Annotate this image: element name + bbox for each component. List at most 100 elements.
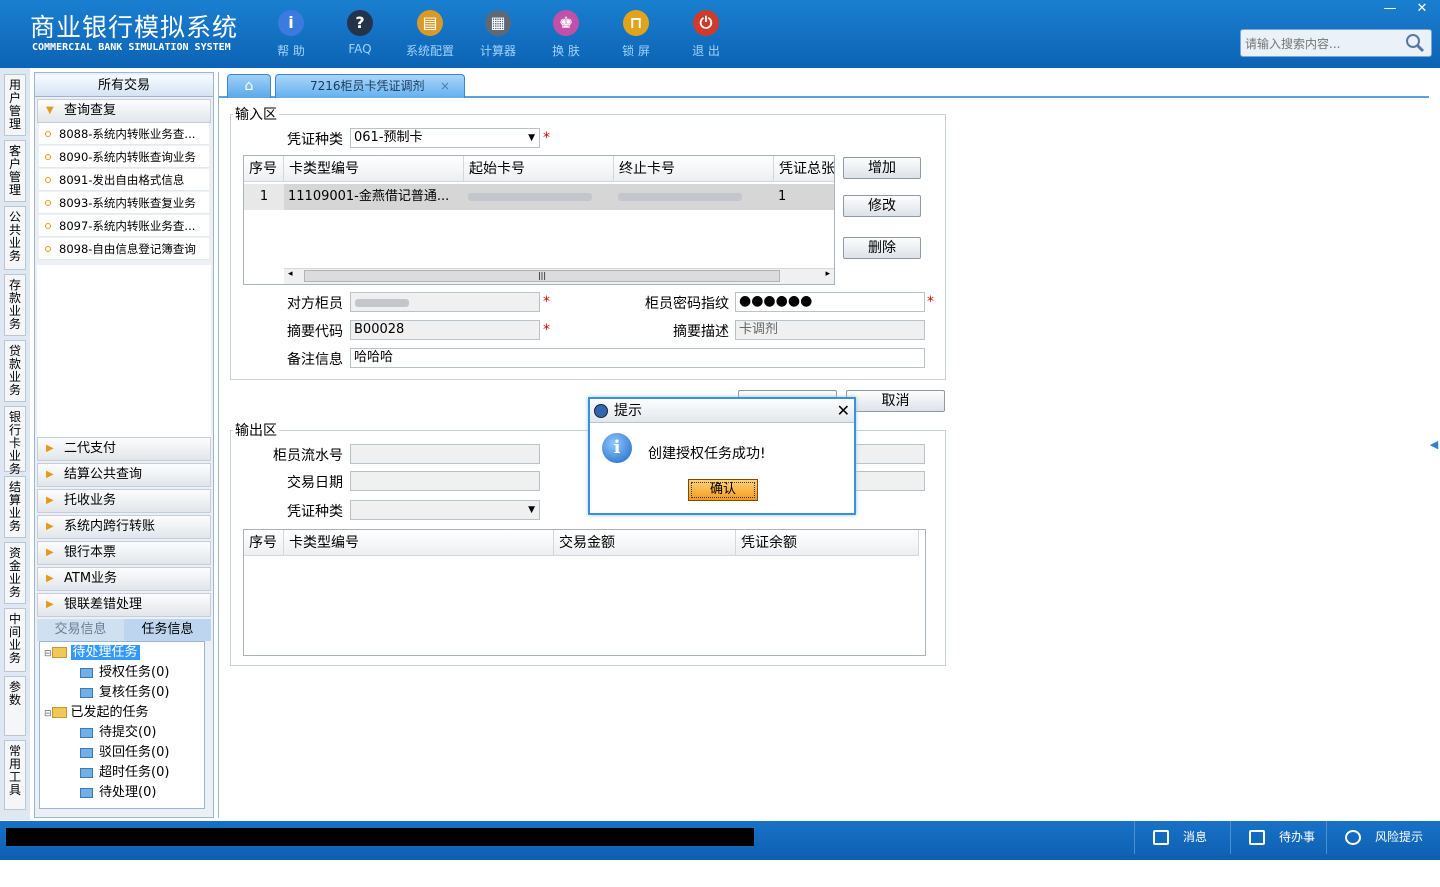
output-field-right-1[interactable] [853, 444, 925, 464]
nav-group-4[interactable]: ▶ 银行本票 [37, 541, 211, 565]
scroll-right-icon[interactable]: ▸ [825, 269, 830, 279]
counterpart-teller-input[interactable] [350, 292, 540, 312]
toolbar-lock-button[interactable]: ⊓ 锁 屏 [606, 6, 666, 62]
toolbar-calculator-button[interactable]: ▦ 计算器 [468, 6, 528, 62]
nav-group-3[interactable]: ▶ 系统内跨行转账 [37, 515, 211, 539]
tree-node-to-submit[interactable]: 待提交(0) [80, 724, 156, 742]
messages-button[interactable]: 消息 [1134, 821, 1230, 854]
tab-7216[interactable]: 7216柜员卡凭证调剂 × [275, 74, 465, 98]
module-tab-7[interactable]: 资金业务 [4, 542, 26, 604]
close-window-button[interactable]: ✕ [1407, 0, 1437, 18]
nav-item[interactable]: 8098-自由信息登记簿查询 [39, 238, 209, 260]
horizontal-scrollbar[interactable]: ◂ ||| ▸ [284, 268, 834, 284]
todo-button[interactable]: 待办事项 [1230, 821, 1326, 877]
module-tab-0[interactable]: 用户管理 [4, 74, 26, 136]
voucher-type-select[interactable]: 061-预制卡 ▼ [350, 128, 540, 148]
nav-group-query[interactable]: ▼ 查询查复 [37, 99, 211, 123]
delete-button[interactable]: 删除 [843, 237, 921, 259]
tab-task-info[interactable]: 任务信息 [124, 619, 211, 641]
grid-header-no: 序号 [244, 156, 284, 182]
task-icon [80, 687, 93, 698]
add-button[interactable]: 增加 [843, 157, 921, 179]
nav-item-label: 8093-系统内转账查复业务 [59, 196, 196, 210]
expand-arrow-icon: ▶ [46, 599, 54, 610]
nav-group-6[interactable]: ▶ 银联差错处理 [37, 593, 211, 617]
voucher-type-label: 凭证种类 [287, 132, 343, 148]
voucher-grid: 序号 卡类型编号 起始卡号 终止卡号 凭证总张数 1 11109001-金燕借记… [243, 155, 835, 285]
grid-cell-count[interactable]: 1 [774, 184, 834, 210]
nav-item[interactable]: 8091-发出自由格式信息 [39, 169, 209, 191]
nav-group-5[interactable]: ▶ ATM业务 [37, 567, 211, 591]
nav-group-2[interactable]: ▶ 托收业务 [37, 489, 211, 513]
home-tab[interactable]: ⌂ [227, 74, 271, 98]
scroll-thumb[interactable]: ||| [304, 270, 780, 282]
nav-group-label: 系统内跨行转账 [64, 519, 156, 534]
shirt-icon: ♚ [553, 10, 579, 36]
module-tab-9[interactable]: 参数 [4, 676, 26, 736]
minimize-button[interactable]: — [1375, 0, 1405, 18]
output-grid: 序号 卡类型编号 交易金额 凭证余额 [243, 529, 926, 656]
toolbar-shirt-button[interactable]: ♚ 换 肤 [536, 6, 596, 62]
toolbar-faq-button[interactable]: ? FAQ [330, 6, 390, 62]
toolbar-power-button[interactable]: ⏻ 退 出 [676, 6, 736, 62]
module-tab-1[interactable]: 客户管理 [4, 140, 26, 202]
scroll-left-icon[interactable]: ◂ [288, 269, 293, 279]
module-tab-5[interactable]: 银行卡业务 [4, 406, 26, 476]
app-header: 商业银行模拟系统 COMMERCIAL BANK SIMULATION SYST… [0, 0, 1440, 68]
password-input[interactable]: ●●●●●● [735, 292, 925, 312]
output-field-right-2[interactable] [853, 471, 925, 491]
nav-list-area [37, 265, 211, 437]
serial-input[interactable] [350, 444, 540, 464]
nav-item[interactable]: 8093-系统内转账查复业务 [39, 192, 209, 214]
tree-node-initiated[interactable]: ⊟ 已发起的任务 [44, 704, 149, 722]
module-tab-3[interactable]: 存款业务 [4, 274, 26, 336]
tree-node-rejected[interactable]: 驳回任务(0) [80, 744, 169, 762]
serial-label: 柜员流水号 [273, 448, 343, 464]
toolbar-toolbox-button[interactable]: ▤ 系统配置 [400, 6, 460, 62]
close-tab-icon[interactable]: × [440, 75, 450, 97]
grid-cell-no[interactable]: 1 [244, 184, 284, 210]
output-voucher-type-select[interactable]: ▼ [350, 500, 540, 520]
toolbar-label: 系统配置 [405, 44, 454, 58]
grid-cell-start[interactable] [464, 184, 614, 210]
nav-item[interactable]: 8090-系统内转账查询业务 [39, 146, 209, 168]
date-input[interactable] [350, 471, 540, 491]
nav-item-label: 8098-自由信息登记簿查询 [59, 242, 196, 256]
nav-group-1[interactable]: ▶ 结算公共查询 [37, 463, 211, 487]
summary-code-input[interactable]: B00028 [350, 320, 540, 340]
module-tab-4[interactable]: 贷款业务 [4, 340, 26, 402]
nav-item[interactable]: 8097-系统内转账业务查... [39, 215, 209, 237]
nav-group-0[interactable]: ▶ 二代支付 [37, 437, 211, 461]
dialog-close-icon[interactable]: ✕ [837, 399, 850, 423]
risk-button[interactable]: 风险提示 [1326, 821, 1436, 854]
toolbar-label: 计算器 [479, 44, 516, 58]
tree-node-auth[interactable]: 授权任务(0) [80, 664, 169, 682]
tab-transaction-info[interactable]: 交易信息 [37, 619, 124, 641]
module-tab-2[interactable]: 公共业务 [4, 206, 26, 270]
expand-arrow-icon: ▶ [46, 547, 54, 558]
module-tab-8[interactable]: 中间业务 [4, 608, 26, 672]
module-tab-6[interactable]: 结算业务 [4, 476, 26, 538]
grid-cell-card-type[interactable]: 11109001-金燕借记普通... [284, 184, 464, 210]
lock-icon: ⊓ [623, 10, 649, 36]
nav-group-label: 结算公共查询 [64, 467, 143, 482]
collapse-panel-icon[interactable]: ◀ [1428, 425, 1440, 465]
tree-node-pending[interactable]: ⊟ 待处理任务 [44, 644, 140, 662]
summary-desc-input[interactable]: 卡调剂 [735, 320, 925, 340]
app-logo-icon [594, 404, 608, 418]
search-icon[interactable] [1405, 33, 1425, 53]
toolbar-info-button[interactable]: i 帮 助 [261, 6, 321, 62]
cancel-button[interactable]: 取消 [846, 390, 945, 412]
grid-cell-end[interactable] [614, 184, 774, 210]
nav-item[interactable]: 8088-系统内转账业务查... [39, 123, 209, 145]
tree-node-timeout[interactable]: 超时任务(0) [80, 764, 169, 782]
all-transactions-header[interactable]: 所有交易 [35, 75, 213, 97]
remark-input[interactable]: 哈哈哈 [350, 348, 925, 368]
dialog-ok-button[interactable]: 确认 [688, 479, 758, 501]
tree-node-review[interactable]: 复核任务(0) [80, 684, 169, 702]
search-input[interactable] [1245, 34, 1405, 54]
tree-node-to-process[interactable]: 待处理(0) [80, 784, 156, 802]
edit-button[interactable]: 修改 [843, 195, 921, 217]
dialog-title: 提示 [614, 403, 642, 419]
module-tab-10[interactable]: 常用工具 [4, 740, 26, 810]
